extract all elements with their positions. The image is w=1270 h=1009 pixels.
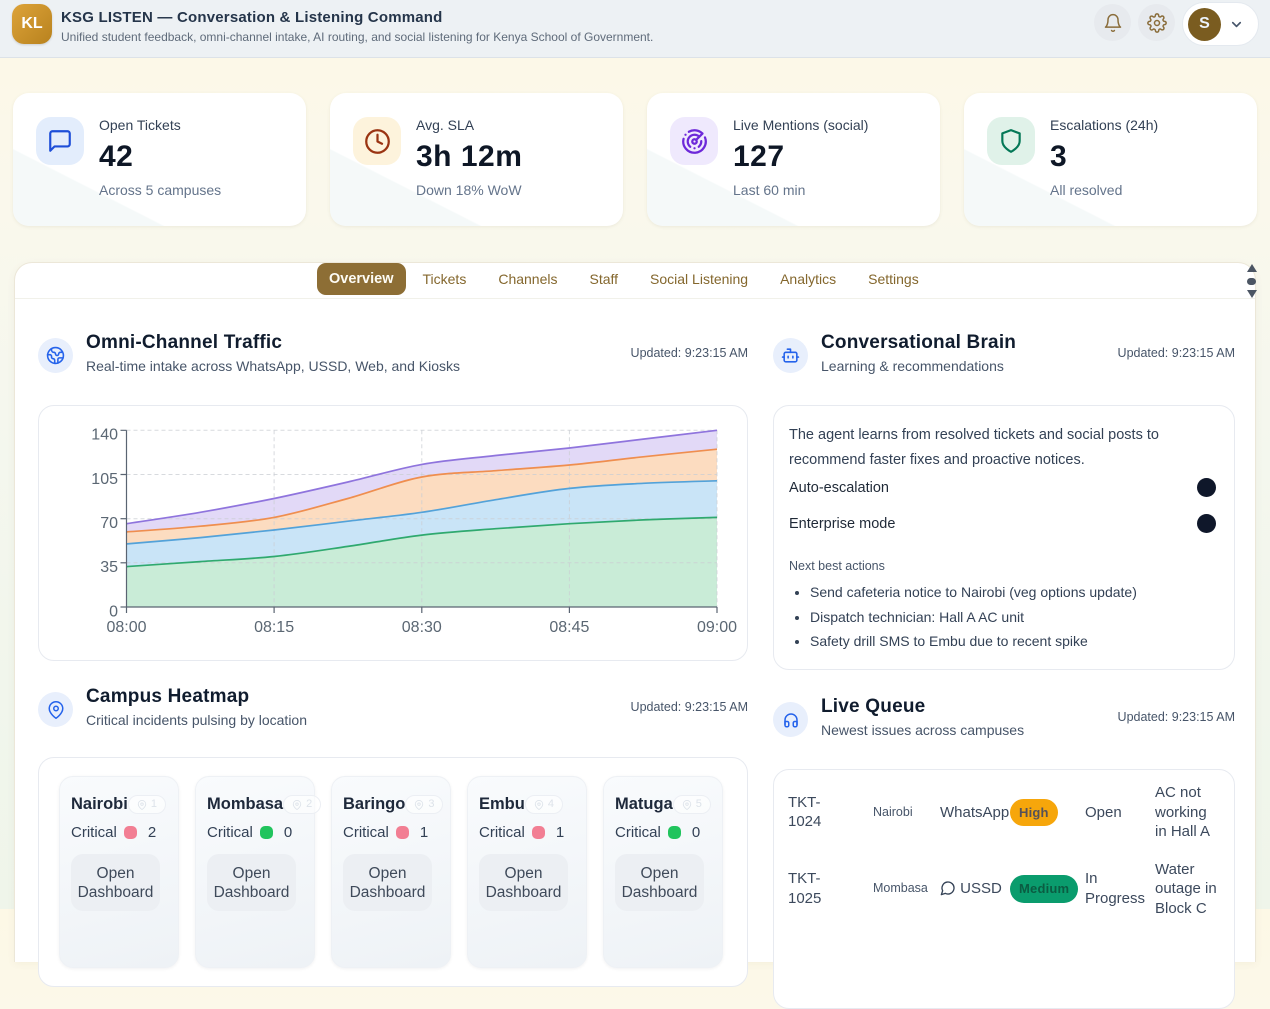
svg-text:08:45: 08:45: [549, 619, 589, 636]
svg-text:08:15: 08:15: [254, 619, 294, 636]
svg-text:105: 105: [91, 471, 118, 488]
svg-text:08:30: 08:30: [402, 619, 442, 636]
svg-text:09:00: 09:00: [697, 619, 737, 636]
svg-text:35: 35: [100, 559, 118, 576]
svg-text:08:00: 08:00: [106, 619, 146, 636]
svg-text:140: 140: [91, 427, 118, 444]
svg-text:70: 70: [100, 515, 118, 532]
svg-text:0: 0: [109, 603, 118, 620]
